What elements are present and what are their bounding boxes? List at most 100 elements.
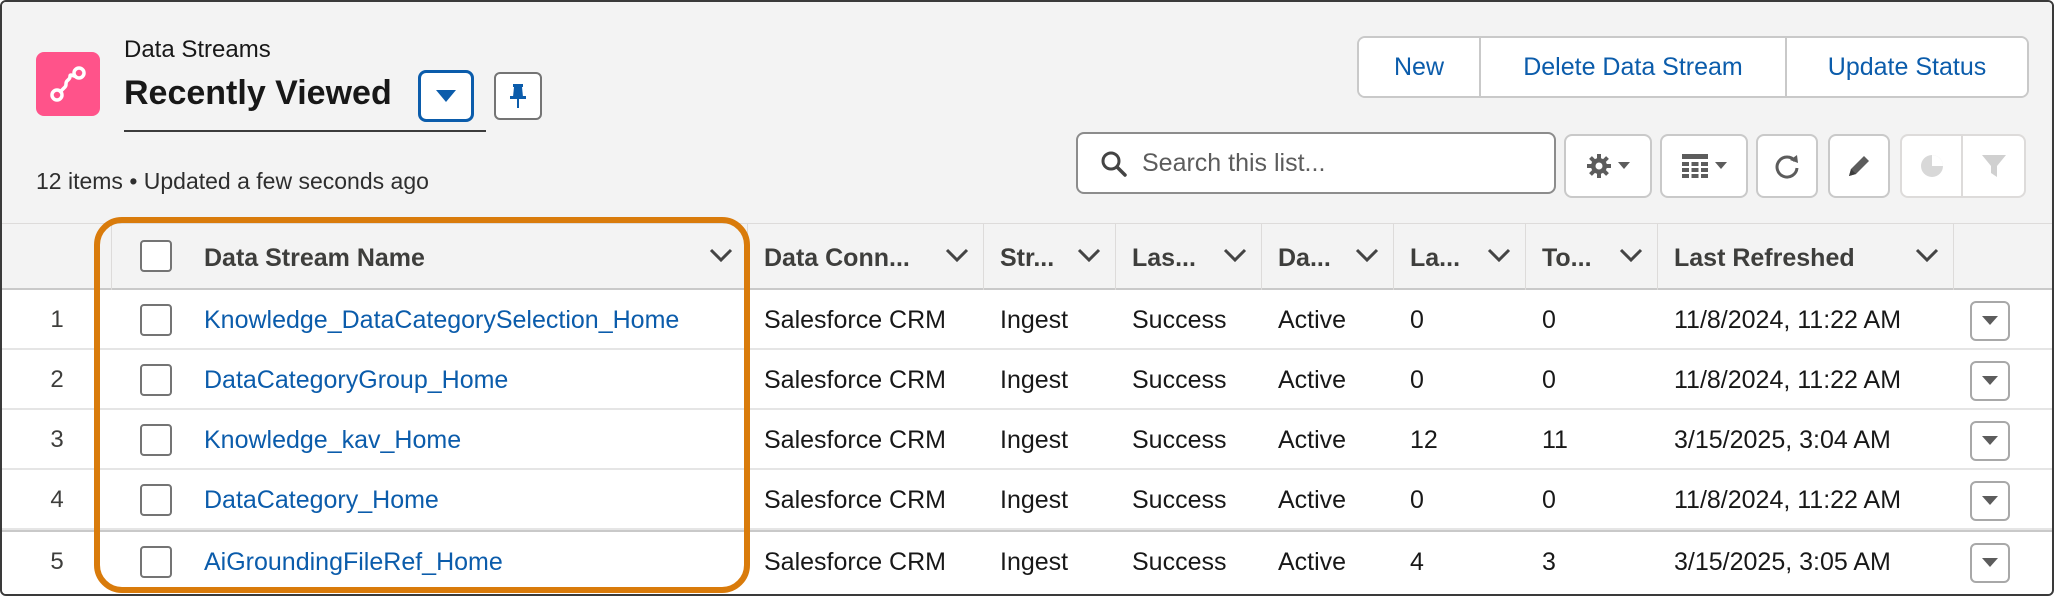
row-number: 1 — [50, 306, 64, 333]
list-meta-info: 12 items • Updated a few seconds ago — [36, 168, 429, 194]
chevron-down-icon[interactable] — [1487, 248, 1511, 262]
column-header-data-status[interactable]: Da... — [1262, 224, 1394, 290]
chevron-down-icon — [1982, 316, 1998, 325]
data-stream-name-link[interactable]: AiGroundingFileRef_Home — [204, 532, 503, 592]
data-stream-icon — [36, 52, 100, 116]
last-refreshed-cell: 11/8/2024, 11:22 AM — [1674, 365, 1902, 394]
object-label: Data Streams — [124, 36, 271, 63]
column-header-data-connector[interactable]: Data Conn... — [748, 224, 984, 290]
table-row: 4 DataCategory_Home Salesforce CRM Inges… — [2, 470, 2052, 530]
column-header-label: Str... — [1000, 244, 1055, 272]
last-refreshed-cell: 3/15/2025, 3:04 AM — [1674, 425, 1891, 454]
column-header-label: Las... — [1132, 244, 1196, 272]
last-status-cell: Success — [1132, 305, 1227, 334]
list-settings-button[interactable] — [1564, 134, 1652, 198]
total-cell: 11 — [1542, 425, 1568, 454]
chevron-down-icon — [1982, 558, 1998, 567]
last-count-cell: 0 — [1410, 485, 1424, 514]
row-action-button[interactable] — [1970, 421, 2010, 461]
row-action-button[interactable] — [1970, 543, 2010, 583]
data-connector-cell: Salesforce CRM — [764, 425, 946, 454]
search-icon — [1101, 151, 1127, 177]
column-header-label: La... — [1410, 244, 1461, 272]
chevron-down-icon[interactable] — [709, 248, 733, 262]
row-checkbox[interactable] — [140, 364, 172, 396]
stream-type-cell: Ingest — [1000, 425, 1069, 454]
total-cell: 0 — [1542, 305, 1556, 334]
chevron-down-icon — [1618, 162, 1630, 169]
data-connector-cell: Salesforce CRM — [764, 547, 946, 576]
chevron-down-icon[interactable] — [1223, 248, 1247, 262]
row-actions-header — [1954, 224, 2052, 290]
chevron-down-icon — [1982, 496, 1998, 505]
stream-type-cell: Ingest — [1000, 365, 1069, 394]
data-stream-name-link[interactable]: DataCategory_Home — [204, 470, 439, 530]
chevron-down-icon[interactable] — [945, 248, 969, 262]
action-button-group: New Delete Data Stream Update Status — [1357, 36, 2029, 98]
row-checkbox[interactable] — [140, 546, 172, 578]
row-number: 5 — [50, 548, 64, 575]
chart-button[interactable] — [1902, 136, 1963, 196]
row-number: 2 — [50, 366, 64, 393]
table-row: 5 AiGroundingFileRef_Home Salesforce CRM… — [2, 530, 2052, 594]
row-action-button[interactable] — [1970, 481, 2010, 521]
column-header-label: To... — [1542, 244, 1592, 272]
column-header-label: Last Refreshed — [1674, 244, 1855, 272]
new-button[interactable]: New — [1359, 38, 1481, 96]
select-all-checkbox[interactable] — [140, 240, 172, 272]
search-input[interactable] — [1142, 142, 1542, 184]
refresh-button[interactable] — [1756, 134, 1818, 198]
column-header-last-count[interactable]: La... — [1394, 224, 1526, 290]
chevron-down-icon[interactable] — [1077, 248, 1101, 262]
row-action-button[interactable] — [1970, 301, 2010, 341]
row-checkbox[interactable] — [140, 304, 172, 336]
row-checkbox[interactable] — [140, 484, 172, 516]
row-action-button[interactable] — [1970, 361, 2010, 401]
table-icon — [1682, 154, 1708, 178]
refresh-icon — [1775, 155, 1799, 179]
total-cell: 0 — [1542, 365, 1556, 394]
inline-edit-button[interactable] — [1828, 134, 1890, 198]
column-header-data-stream-name[interactable]: Data Stream Name — [188, 224, 748, 290]
display-as-button[interactable] — [1660, 134, 1748, 198]
column-header-stream-type[interactable]: Str... — [984, 224, 1116, 290]
gear-icon — [1587, 154, 1611, 178]
data-status-cell: Active — [1278, 365, 1347, 394]
row-checkbox[interactable] — [140, 424, 172, 456]
stream-type-cell: Ingest — [1000, 547, 1069, 576]
column-header-label: Da... — [1278, 244, 1331, 272]
list-view-header: Data Streams Recently Viewed 12 items • … — [2, 2, 2052, 224]
data-stream-name-link[interactable]: Knowledge_DataCategorySelection_Home — [204, 290, 679, 350]
last-count-cell: 0 — [1410, 305, 1424, 334]
data-status-cell: Active — [1278, 425, 1347, 454]
column-header-last-status[interactable]: Las... — [1116, 224, 1262, 290]
pin-list-button[interactable] — [494, 72, 542, 120]
data-status-cell: Active — [1278, 547, 1347, 576]
chevron-down-icon — [1982, 376, 1998, 385]
total-cell: 3 — [1542, 547, 1556, 576]
data-connector-cell: Salesforce CRM — [764, 365, 946, 394]
chevron-down-icon[interactable] — [1619, 248, 1643, 262]
column-header-label: Data Conn... — [764, 244, 910, 272]
data-stream-name-link[interactable]: DataCategoryGroup_Home — [204, 350, 508, 410]
data-stream-name-link[interactable]: Knowledge_kav_Home — [204, 410, 461, 470]
column-header-last-refreshed[interactable]: Last Refreshed — [1658, 224, 1954, 290]
filter-button[interactable] — [1963, 136, 2024, 196]
pencil-icon — [1849, 156, 1869, 176]
column-header-total[interactable]: To... — [1526, 224, 1658, 290]
last-status-cell: Success — [1132, 365, 1227, 394]
chevron-down-icon[interactable] — [1915, 248, 1939, 262]
select-all-header — [112, 224, 188, 290]
chevron-down-icon — [1715, 162, 1727, 169]
last-status-cell: Success — [1132, 485, 1227, 514]
pin-icon — [510, 84, 526, 108]
row-number-header — [2, 224, 112, 290]
stream-type-cell: Ingest — [1000, 485, 1069, 514]
last-refreshed-cell: 11/8/2024, 11:22 AM — [1674, 305, 1902, 334]
delete-data-stream-button[interactable]: Delete Data Stream — [1481, 38, 1787, 96]
chevron-down-icon[interactable] — [1355, 248, 1379, 262]
list-view-switcher-button[interactable] — [418, 70, 474, 122]
update-status-button[interactable]: Update Status — [1787, 38, 2027, 96]
last-refreshed-cell: 11/8/2024, 11:22 AM — [1674, 485, 1902, 514]
filter-icon — [1981, 155, 2006, 177]
